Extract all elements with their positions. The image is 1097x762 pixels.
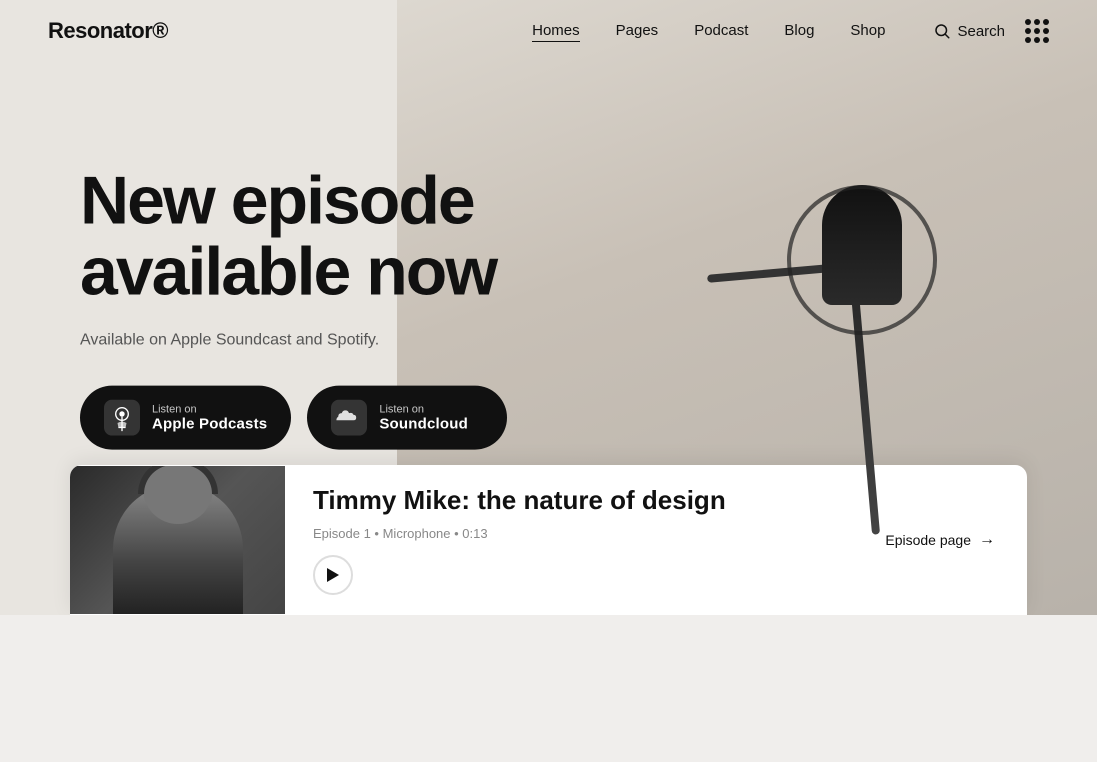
episode-thumbnail — [70, 466, 285, 614]
apple-podcasts-text: Listen on Apple Podcasts — [152, 403, 267, 432]
apple-podcasts-button[interactable]: Listen on Apple Podcasts — [80, 386, 291, 450]
grid-menu-icon[interactable] — [1025, 19, 1049, 43]
episode-title: Timmy Mike: the nature of design — [313, 485, 857, 516]
nav-link-blog[interactable]: Blog — [784, 22, 814, 39]
episode-card: Timmy Mike: the nature of design Episode… — [70, 465, 1027, 615]
hero-section: New episode available now Available on A… — [0, 0, 1097, 615]
search-icon — [933, 22, 951, 40]
apple-podcasts-icon — [104, 400, 140, 436]
nav-link-podcast[interactable]: Podcast — [694, 22, 748, 39]
arrow-right-icon: → — [979, 531, 995, 549]
nav-link-shop[interactable]: Shop — [850, 22, 885, 39]
soundcloud-button[interactable]: Listen on Soundcloud — [307, 386, 507, 450]
nav-link-homes[interactable]: Homes — [532, 22, 580, 42]
play-icon — [326, 567, 340, 583]
search-button[interactable]: Search — [933, 22, 1005, 40]
episode-play-button[interactable] — [313, 555, 353, 595]
cta-buttons: Listen on Apple Podcasts Listen on Sound… — [80, 386, 700, 450]
nav-link-pages[interactable]: Pages — [616, 22, 659, 39]
navbar: Resonator® Homes Pages Podcast Blog Shop… — [0, 0, 1097, 62]
brand-logo[interactable]: Resonator® — [48, 18, 168, 44]
soundcloud-text: Listen on Soundcloud — [379, 403, 468, 432]
hero-headline: New episode available now — [80, 165, 700, 308]
episode-page-link[interactable]: Episode page → — [885, 531, 995, 549]
search-label: Search — [957, 23, 1005, 40]
episode-meta: Episode 1 • Microphone • 0:13 — [313, 526, 857, 541]
hero-subtext: Available on Apple Soundcast and Spotify… — [80, 332, 700, 350]
soundcloud-icon — [331, 400, 367, 436]
episode-info: Timmy Mike: the nature of design Episode… — [285, 465, 885, 615]
